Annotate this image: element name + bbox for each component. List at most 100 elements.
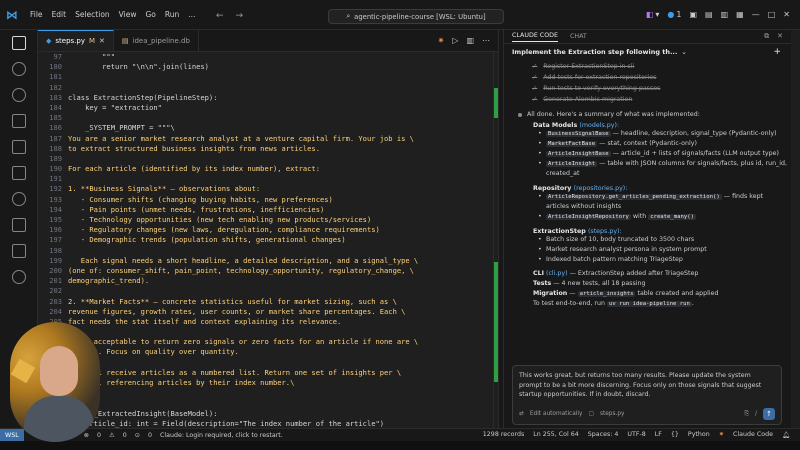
forward-arrow-icon[interactable]: → xyxy=(236,11,244,21)
code-line[interactable]: 196 - Regulatory changes (new laws, dere… xyxy=(38,225,493,235)
prompt-input[interactable]: This works great, but returns too many r… xyxy=(512,365,782,425)
tab-steps-py[interactable]: ◆ steps.py M ✕ xyxy=(38,30,114,51)
file-context-chip[interactable]: steps.py xyxy=(600,411,625,417)
claude-code-status[interactable]: Claude Code xyxy=(733,431,773,439)
code-line[interactable]: 197 - Demographic trends (population shi… xyxy=(38,235,493,245)
code-editor[interactable]: 97 """ 180 return "\n\n".join(lines) 181 18… xyxy=(38,52,498,428)
code-line[interactable]: 210You will receive articles as a number… xyxy=(38,368,493,378)
code-line[interactable]: 184 key = "extraction" xyxy=(38,103,493,113)
code-line[interactable]: 213 xyxy=(38,398,493,408)
docker-icon[interactable] xyxy=(11,244,26,258)
run-debug-icon[interactable] xyxy=(11,114,26,128)
close-panel-icon[interactable]: ✕ xyxy=(777,32,783,41)
sidebar-toggle-icon[interactable]: ▤ xyxy=(705,10,713,19)
code-line[interactable]: 200 (one of: consumer_shift, pain_point, … xyxy=(38,266,493,276)
send-button[interactable]: ↑ xyxy=(763,408,775,420)
code-line[interactable]: 198 xyxy=(38,246,493,256)
code-line[interactable]: 202 xyxy=(38,286,493,296)
code-line[interactable]: 183 class ExtractionStep(PipelineStep): xyxy=(38,93,493,103)
close-tab-icon[interactable]: ✕ xyxy=(99,37,105,45)
notifications-bell-icon[interactable]: 🔔︎ xyxy=(782,431,790,439)
code-line[interactable]: 188 to extract structured business insigh… xyxy=(38,144,493,154)
notifications-button[interactable]: ● 1 xyxy=(667,10,681,19)
language-mode[interactable]: Python xyxy=(688,431,710,439)
claude-icon[interactable] xyxy=(11,270,26,284)
close-window-button[interactable]: ✕ xyxy=(783,10,790,19)
menu-item[interactable]: ... xyxy=(188,10,195,19)
extensions-icon[interactable] xyxy=(11,140,26,154)
tab-idea-pipeline-db[interactable]: ▤ idea_pipeline.db xyxy=(114,30,199,51)
code-line[interactable]: 186 _SYSTEM_PROMPT = """\ xyxy=(38,123,493,133)
code-line[interactable]: 199 Each signal needs a short headline, … xyxy=(38,256,493,266)
code-line[interactable]: 193 - Consumer shifts (changing buying h… xyxy=(38,195,493,205)
code-line[interactable]: 206 xyxy=(38,327,493,337)
code-line[interactable]: 185 xyxy=(38,113,493,123)
explorer-icon[interactable] xyxy=(11,36,26,50)
cursor-position[interactable]: Ln 255, Col 64 xyxy=(533,431,579,439)
minimize-button[interactable]: — xyxy=(752,10,760,19)
menu-item[interactable]: View xyxy=(119,10,137,19)
new-session-icon[interactable]: + xyxy=(773,47,791,57)
tab-claude-code[interactable]: CLAUDE CODE xyxy=(512,32,558,42)
tab-chat[interactable]: CHAT xyxy=(570,33,587,40)
code-line[interactable]: 190 For each article (identified by its i… xyxy=(38,164,493,174)
code-line[interactable]: 189 xyxy=(38,154,493,164)
back-arrow-icon[interactable]: ← xyxy=(216,11,224,21)
menu-item[interactable]: Run xyxy=(165,10,179,19)
code-line[interactable]: 212""" xyxy=(38,388,493,398)
code-line[interactable]: 182 xyxy=(38,83,493,93)
code-line[interactable]: 214class _ExtractedInsight(BaseModel): xyxy=(38,409,493,419)
code-line[interactable]: 192 1. **Business Signals** — observation… xyxy=(38,184,493,194)
attach-icon[interactable]: ⎘ xyxy=(744,411,749,418)
claude-login-status[interactable]: Claude: Login required, click to restart… xyxy=(160,432,283,439)
code-line[interactable]: 194 - Pain points (unmet needs, frustrat… xyxy=(38,205,493,215)
menu-item[interactable]: Go xyxy=(145,10,155,19)
encoding[interactable]: UTF-8 xyxy=(627,431,645,439)
code-line[interactable]: 207It is acceptable to return zero signa… xyxy=(38,337,493,347)
slash-command-button[interactable]: / xyxy=(755,411,757,417)
layout-customize-icon[interactable]: ▦ xyxy=(736,10,744,19)
code-line[interactable]: 187 You are a senior market research anal… xyxy=(38,134,493,144)
code-line[interactable]: 191 xyxy=(38,174,493,184)
code-line[interactable]: 195 - Technology opportunities (new tech… xyxy=(38,215,493,225)
split-editor-icon[interactable]: ▥ xyxy=(466,36,474,45)
code-line[interactable]: 211article, referencing articles by thei… xyxy=(38,378,493,388)
copilot-button[interactable]: ◧ ▾ xyxy=(646,10,660,19)
search-icon[interactable] xyxy=(11,62,26,76)
source-control-icon[interactable] xyxy=(11,88,26,102)
repositories-link[interactable]: (repositories.py): xyxy=(574,185,628,192)
line-ending[interactable]: LF xyxy=(655,431,662,439)
code-line[interactable]: 201 demographic_trend). xyxy=(38,276,493,286)
claude-spark-icon[interactable]: ✷ xyxy=(438,36,445,45)
code-line[interactable]: 97 """ xyxy=(38,52,493,62)
menu-item[interactable]: File xyxy=(30,10,43,19)
menu-item[interactable]: Edit xyxy=(52,10,67,19)
panel-toggle-icon[interactable]: ▥ xyxy=(721,10,729,19)
command-center-search[interactable]: ⌕ agentic-pipeline-course [WSL: Ubuntu] xyxy=(328,9,504,24)
layout-toggle-icon[interactable]: ▣ xyxy=(689,10,697,19)
session-header[interactable]: Implement the Extraction step following … xyxy=(504,44,791,60)
edit-mode-toggle[interactable]: Edit automatically xyxy=(530,411,583,417)
menu-item[interactable]: Selection xyxy=(75,10,110,19)
cli-link[interactable]: (cli.py) xyxy=(546,270,568,277)
open-new-window-icon[interactable]: ⧉ xyxy=(764,32,769,41)
records-count[interactable]: 1298 records xyxy=(483,431,524,439)
models-link[interactable]: (models.py): xyxy=(579,122,619,129)
steps-link[interactable]: (steps.py): xyxy=(588,228,622,235)
code-line[interactable]: 215 article_id: int = Field(description=… xyxy=(38,419,493,428)
testing-icon[interactable] xyxy=(11,192,26,206)
code-line[interactable]: 205fact needs the stat itself and contex… xyxy=(38,317,493,327)
code-line[interactable]: 204 revenue figures, growth rates, user c… xyxy=(38,307,493,317)
code-line[interactable]: 180 return "\n\n".join(lines) xyxy=(38,62,493,72)
remote-explorer-icon[interactable] xyxy=(11,166,26,180)
code-line[interactable]: 208present. Focus on quality over quanti… xyxy=(38,347,493,357)
code-line[interactable]: 181 xyxy=(38,72,493,82)
database-icon[interactable] xyxy=(11,218,26,232)
prompt-text[interactable]: This works great, but returns too many r… xyxy=(513,366,781,405)
more-actions-icon[interactable]: ⋯ xyxy=(482,36,490,45)
run-file-icon[interactable]: ▷ xyxy=(452,36,458,45)
indentation[interactable]: Spaces: 4 xyxy=(588,431,619,439)
maximize-button[interactable]: □ xyxy=(768,10,776,19)
code-line[interactable]: 209 xyxy=(38,358,493,368)
code-line[interactable]: 203 2. **Market Facts** — concrete statis… xyxy=(38,297,493,307)
